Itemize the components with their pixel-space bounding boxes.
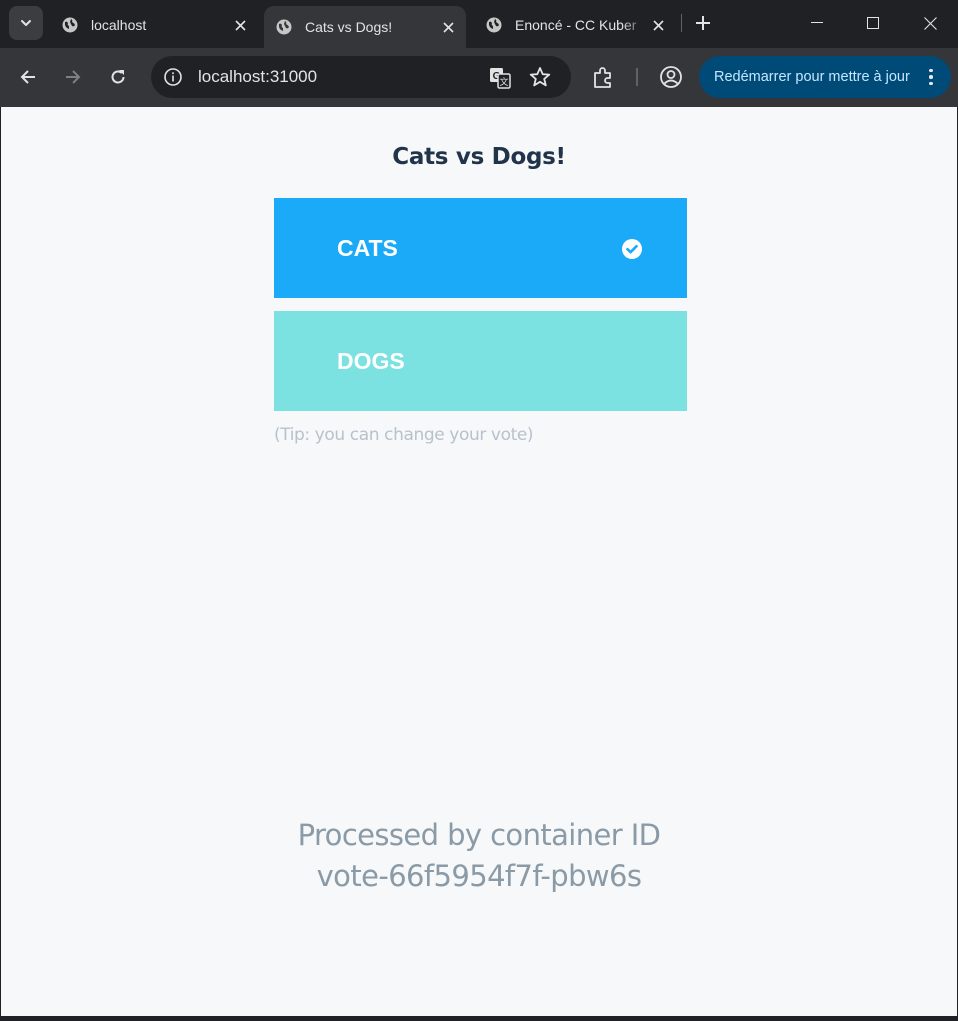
tab-title: localhost: [91, 17, 147, 33]
vote-cats-button[interactable]: CATS: [274, 198, 687, 298]
close-icon[interactable]: [648, 15, 668, 35]
footer-line: Processed by container ID: [297, 818, 661, 852]
tab-localhost[interactable]: localhost: [46, 6, 258, 44]
page-viewport: Cats vs Dogs! CATS DOGS (Tip: you can ch…: [1, 107, 957, 1016]
container-id-footer: Processed by container ID vote-66f5954f7…: [1, 815, 957, 897]
page-title: Cats vs Dogs!: [392, 144, 566, 170]
globe-icon: [276, 19, 292, 35]
option-label-dogs: DOGS: [337, 348, 405, 374]
forward-button[interactable]: [58, 62, 88, 92]
vote-dogs-button[interactable]: DOGS: [274, 311, 687, 411]
minimize-button[interactable]: [797, 8, 837, 38]
globe-icon: [62, 17, 78, 33]
close-window-button[interactable]: [910, 8, 950, 38]
browser-toolbar: localhost:31000 G文 Redémarrer pour mettr…: [0, 48, 958, 107]
tab-cats-vs-dogs[interactable]: Cats vs Dogs!: [264, 6, 466, 48]
profile-icon[interactable]: [658, 64, 684, 90]
new-tab-button[interactable]: [690, 10, 716, 36]
minimize-icon: [811, 22, 823, 23]
globe-icon: [486, 17, 502, 33]
reload-button[interactable]: [103, 62, 133, 92]
svg-text:文: 文: [499, 76, 508, 87]
tab-enonce[interactable]: Enoncé - CC Kuber: [470, 6, 676, 44]
tip-text: (Tip: you can change your vote): [274, 425, 534, 445]
extensions-icon[interactable]: [590, 64, 616, 90]
tab-strip: localhost Cats vs Dogs! Enoncé - CC Kube…: [0, 0, 958, 48]
maximize-icon: [867, 17, 879, 29]
info-icon[interactable]: [163, 67, 183, 87]
close-icon[interactable]: [230, 15, 250, 35]
update-label: Redémarrer pour mettre à jour: [714, 69, 910, 85]
bookmark-star-icon[interactable]: [529, 66, 551, 88]
menu-kebab-icon[interactable]: [921, 66, 941, 88]
arrow-left-icon: [20, 70, 35, 84]
toolbar-divider: [636, 68, 638, 86]
restart-to-update-button[interactable]: Redémarrer pour mettre à jour: [699, 56, 951, 98]
reload-icon: [111, 70, 125, 84]
maximize-button[interactable]: [853, 8, 893, 38]
close-icon[interactable]: [438, 17, 458, 37]
tab-search-button[interactable]: [9, 6, 43, 40]
tab-title: Cats vs Dogs!: [305, 19, 393, 35]
tab-divider: [681, 14, 682, 32]
plus-icon: [696, 16, 710, 30]
check-circle-icon: [622, 239, 642, 259]
window-border-bottom: [0, 1016, 958, 1021]
option-label-cats: CATS: [337, 235, 398, 261]
address-bar[interactable]: localhost:31000 G文: [151, 56, 571, 98]
arrow-right-icon: [66, 70, 81, 84]
chevron-down-icon: [21, 20, 31, 26]
back-button[interactable]: [13, 62, 43, 92]
translate-icon[interactable]: G文: [488, 66, 512, 90]
url-text[interactable]: localhost:31000: [198, 67, 317, 87]
container-id: vote-66f5954f7f-pbw6s: [316, 859, 642, 893]
tab-title: Enoncé - CC Kuber: [515, 17, 637, 33]
close-icon: [923, 16, 937, 30]
